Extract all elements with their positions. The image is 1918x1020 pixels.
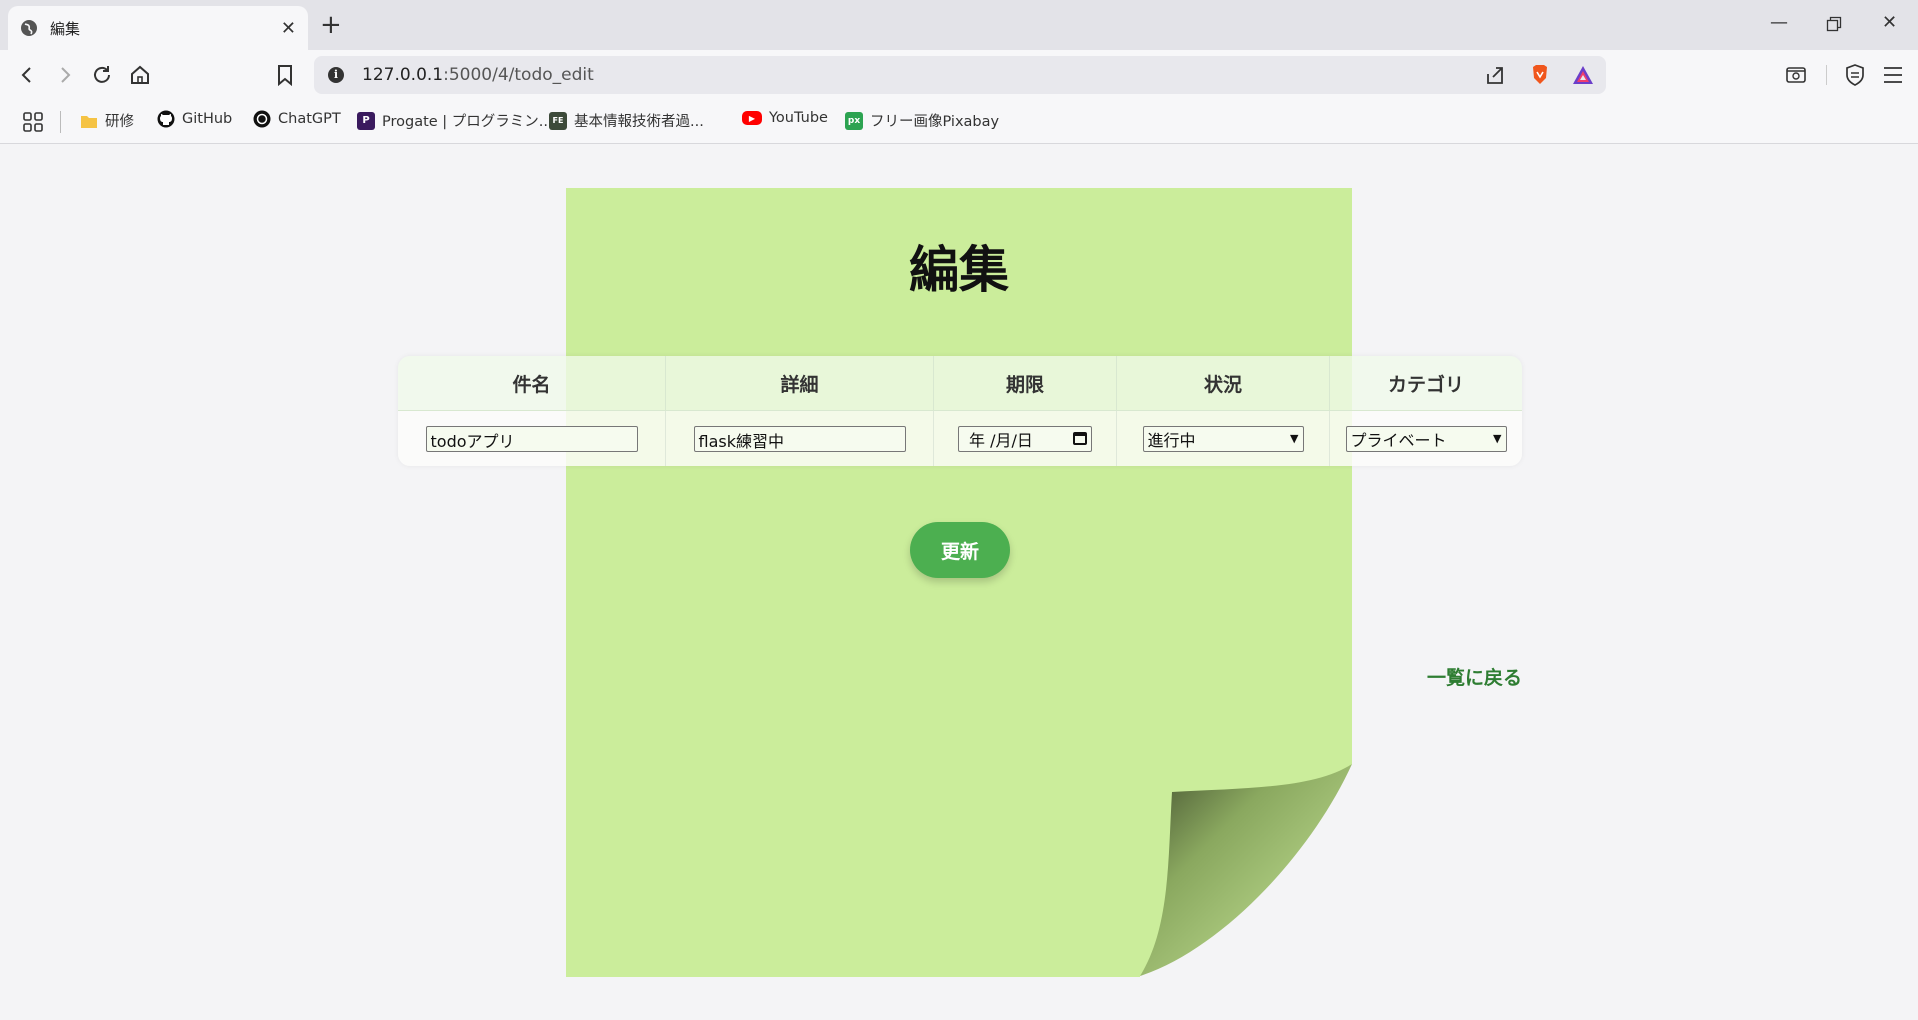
bookmark-chatgpt[interactable]: ChatGPT: [253, 110, 341, 128]
back-icon[interactable]: [14, 62, 40, 88]
calendar-icon[interactable]: [1073, 432, 1087, 445]
header-deadline: 期限: [934, 356, 1117, 411]
table-header-row: 件名 詳細 期限 状況 カテゴリ: [398, 356, 1522, 411]
bookmark-label: ChatGPT: [278, 111, 341, 127]
back-to-list-link[interactable]: 一覧に戻る: [1427, 663, 1522, 690]
page-title: 編集: [909, 241, 1009, 299]
tab-strip: 編集 ✕ + — ✕: [0, 0, 1918, 50]
bookmarks-bar: 研修 GitHub ChatGPT P Progate | プログラミン... …: [0, 100, 1918, 144]
date-placeholder: 年 /月/日: [969, 430, 1033, 450]
bookmark-label: 基本情報技術者過...: [574, 114, 704, 130]
status-cell: 進行中 ▼: [1117, 411, 1330, 466]
category-select[interactable]: プライベート ▼: [1345, 425, 1507, 452]
status-select[interactable]: 進行中 ▼: [1142, 425, 1304, 452]
browser-tab[interactable]: 編集 ✕: [8, 6, 308, 50]
forward-icon[interactable]: [52, 62, 78, 88]
bookmark-icon[interactable]: [272, 62, 298, 88]
minimize-icon[interactable]: —: [1770, 12, 1788, 33]
category-selected-value: プライベート: [1350, 430, 1447, 450]
page-curl-decoration: [1140, 764, 1356, 980]
bookmark-kihonjoho[interactable]: FE 基本情報技術者過...: [549, 110, 704, 131]
header-status: 状況: [1117, 356, 1330, 411]
bookmark-youtube[interactable]: ▶ YouTube: [742, 110, 828, 126]
tab-title: 編集: [50, 19, 81, 38]
apps-grid-icon[interactable]: [22, 111, 44, 133]
chevron-down-icon: ▼: [1493, 432, 1502, 445]
close-window-icon[interactable]: ✕: [1882, 12, 1897, 33]
vpn-shield-icon[interactable]: [1844, 63, 1866, 87]
address-bar[interactable]: i 127.0.0.1:5000/4/todo_edit: [314, 56, 1606, 94]
youtube-icon: ▶: [742, 111, 762, 125]
folder-icon: [81, 115, 97, 128]
menu-icon[interactable]: [1882, 65, 1904, 85]
fe-icon: FE: [549, 111, 567, 130]
github-icon: [157, 110, 175, 128]
reload-icon[interactable]: [89, 62, 115, 88]
bookmark-label: Progate | プログラミン...: [382, 114, 553, 130]
sidebar-search-icon[interactable]: [1785, 64, 1807, 86]
new-tab-button[interactable]: +: [320, 10, 342, 40]
bookmark-label: 研修: [105, 114, 134, 130]
category-cell: プライベート ▼: [1330, 411, 1522, 466]
close-tab-icon[interactable]: ✕: [281, 18, 296, 39]
pixabay-icon: px: [845, 111, 863, 130]
update-button[interactable]: 更新: [910, 522, 1010, 578]
url-text: 127.0.0.1:5000/4/todo_edit: [362, 65, 594, 85]
bookmark-progate[interactable]: P Progate | プログラミン...: [357, 110, 553, 131]
status-selected-value: 進行中: [1147, 430, 1196, 450]
bookmark-kenshu[interactable]: 研修: [80, 110, 134, 131]
deadline-cell: 年 /月/日: [934, 411, 1117, 466]
subject-input[interactable]: todoアプリ: [425, 425, 638, 452]
brave-shield-icon[interactable]: [1529, 64, 1551, 86]
bookmark-label: GitHub: [182, 111, 233, 127]
globe-icon: [21, 20, 37, 36]
share-icon[interactable]: [1484, 64, 1506, 86]
bookmark-label: YouTube: [769, 110, 828, 126]
bookmark-label: フリー画像Pixabay: [870, 114, 1000, 130]
table-row: todoアプリ flask練習中 年 /月/日 進行中 ▼ プライベート ▼: [398, 411, 1522, 466]
bookmark-pixabay[interactable]: px フリー画像Pixabay: [845, 110, 999, 131]
progate-icon: P: [357, 111, 375, 130]
detail-input[interactable]: flask練習中: [693, 425, 906, 452]
site-info-icon[interactable]: i: [328, 67, 344, 83]
chatgpt-icon: [253, 110, 271, 128]
detail-cell: flask練習中: [666, 411, 934, 466]
restore-icon[interactable]: [1826, 16, 1842, 32]
todo-edit-table: 件名 詳細 期限 状況 カテゴリ todoアプリ flask練習中 年 /月/日: [398, 356, 1522, 466]
brave-rewards-icon[interactable]: [1572, 64, 1594, 86]
home-icon[interactable]: [127, 62, 153, 88]
header-detail: 詳細: [666, 356, 934, 411]
browser-toolbar: i 127.0.0.1:5000/4/todo_edit: [0, 50, 1918, 100]
header-subject: 件名: [398, 356, 666, 411]
bookmark-github[interactable]: GitHub: [157, 110, 232, 128]
subject-cell: todoアプリ: [398, 411, 666, 466]
chevron-down-icon: ▼: [1290, 432, 1299, 445]
deadline-date-input[interactable]: 年 /月/日: [958, 425, 1092, 452]
header-category: カテゴリ: [1330, 356, 1522, 411]
